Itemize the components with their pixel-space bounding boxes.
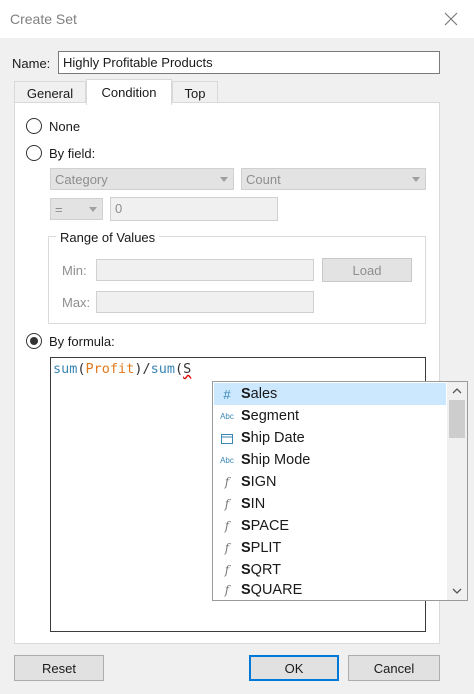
item-rest: IN xyxy=(250,496,266,512)
item-rest: IGN xyxy=(250,474,277,490)
chevron-down-icon xyxy=(220,177,228,182)
scroll-down-button[interactable] xyxy=(447,582,467,600)
match-prefix: S xyxy=(241,582,251,598)
formula-token: ( xyxy=(77,361,86,377)
operator-select[interactable]: = xyxy=(50,198,103,220)
chevron-down-icon xyxy=(452,588,462,594)
autocomplete-item[interactable]: # Sales xyxy=(214,383,446,405)
autocomplete-item[interactable]: Abc Segment xyxy=(214,405,446,427)
window-title: Create Set xyxy=(10,11,77,27)
value-input[interactable]: 0 xyxy=(110,197,278,221)
field-select[interactable]: Category xyxy=(50,168,234,190)
formula-token-typing: S xyxy=(183,361,192,377)
match-prefix: S xyxy=(241,452,251,468)
formula-token: Profit xyxy=(85,361,135,377)
min-input[interactable] xyxy=(96,259,314,281)
number-field-icon: # xyxy=(223,386,231,402)
by-field-label: By field: xyxy=(49,146,96,161)
autocomplete-item[interactable]: f SPLIT xyxy=(214,537,446,559)
match-prefix: S xyxy=(241,496,251,512)
autocomplete-item[interactable]: Abc Ship Mode xyxy=(214,449,446,471)
match-prefix: S xyxy=(241,430,251,446)
by-formula-label: By formula: xyxy=(49,334,115,349)
autocomplete-item[interactable]: f SPACE xyxy=(214,515,446,537)
formula-token: ( xyxy=(174,361,184,377)
title-bar: Create Set xyxy=(0,0,474,38)
by-formula-radio[interactable] xyxy=(26,333,42,349)
function-icon: f xyxy=(224,519,230,533)
min-label: Min: xyxy=(62,263,87,278)
aggregation-select[interactable]: Count xyxy=(241,168,426,190)
formula-token: sum xyxy=(150,361,175,377)
ok-button[interactable]: OK xyxy=(249,655,339,681)
item-rest: PLIT xyxy=(250,540,282,556)
autocomplete-item[interactable]: f SQUARE xyxy=(214,581,446,599)
formula-token: sum xyxy=(53,361,78,377)
scroll-up-button[interactable] xyxy=(447,382,467,400)
aggregation-select-value: Count xyxy=(246,172,281,187)
autocomplete-item[interactable]: f SIGN xyxy=(214,471,446,493)
scroll-thumb[interactable] xyxy=(449,400,465,438)
item-rest: QRT xyxy=(250,562,282,578)
field-select-value: Category xyxy=(55,172,108,187)
cancel-button[interactable]: Cancel xyxy=(348,655,440,681)
item-rest: hip Mode xyxy=(250,452,311,468)
item-rest: QUARE xyxy=(250,582,303,598)
item-rest: egment xyxy=(250,408,300,424)
autocomplete-item[interactable]: f SIN xyxy=(214,493,446,515)
function-icon: f xyxy=(224,475,230,489)
match-prefix: S xyxy=(241,540,251,556)
match-prefix: S xyxy=(241,386,251,402)
load-button[interactable]: Load xyxy=(322,258,412,282)
match-prefix: S xyxy=(241,408,251,424)
operator-select-value: = xyxy=(55,202,63,217)
formula-token: )/ xyxy=(134,361,151,377)
reset-button[interactable]: Reset xyxy=(14,655,104,681)
item-rest: ales xyxy=(250,386,278,402)
none-label: None xyxy=(49,119,81,134)
item-rest: PACE xyxy=(250,518,290,534)
autocomplete-scrollbar[interactable] xyxy=(447,382,467,600)
match-prefix: S xyxy=(241,562,251,578)
function-icon: f xyxy=(224,541,230,555)
date-field-icon xyxy=(214,433,240,444)
name-label: Name: xyxy=(12,56,51,71)
function-icon: f xyxy=(224,563,230,577)
chevron-down-icon xyxy=(89,207,97,212)
max-label: Max: xyxy=(62,295,91,310)
string-field-icon: Abc xyxy=(220,455,234,465)
tab-condition[interactable]: Condition xyxy=(86,79,172,105)
autocomplete-item[interactable]: f SQRT xyxy=(214,559,446,581)
close-icon xyxy=(444,12,458,26)
max-input[interactable] xyxy=(96,291,314,313)
item-rest: hip Date xyxy=(250,430,305,446)
autocomplete-popup: # Sales Abc Segment Ship Date Abc Ship M… xyxy=(212,381,468,601)
match-prefix: S xyxy=(241,474,251,490)
function-icon: f xyxy=(224,583,230,597)
autocomplete-item[interactable]: Ship Date xyxy=(214,427,446,449)
range-title: Range of Values xyxy=(56,230,160,245)
name-input[interactable]: Highly Profitable Products xyxy=(58,51,440,74)
close-button[interactable] xyxy=(428,0,474,38)
none-radio[interactable] xyxy=(26,118,42,134)
chevron-up-icon xyxy=(452,388,462,394)
formula-text: sum(Profit)/sum(S xyxy=(53,361,191,377)
chevron-down-icon xyxy=(412,177,420,182)
string-field-icon: Abc xyxy=(220,411,234,421)
match-prefix: S xyxy=(241,518,251,534)
by-field-radio[interactable] xyxy=(26,145,42,161)
function-icon: f xyxy=(224,497,230,511)
